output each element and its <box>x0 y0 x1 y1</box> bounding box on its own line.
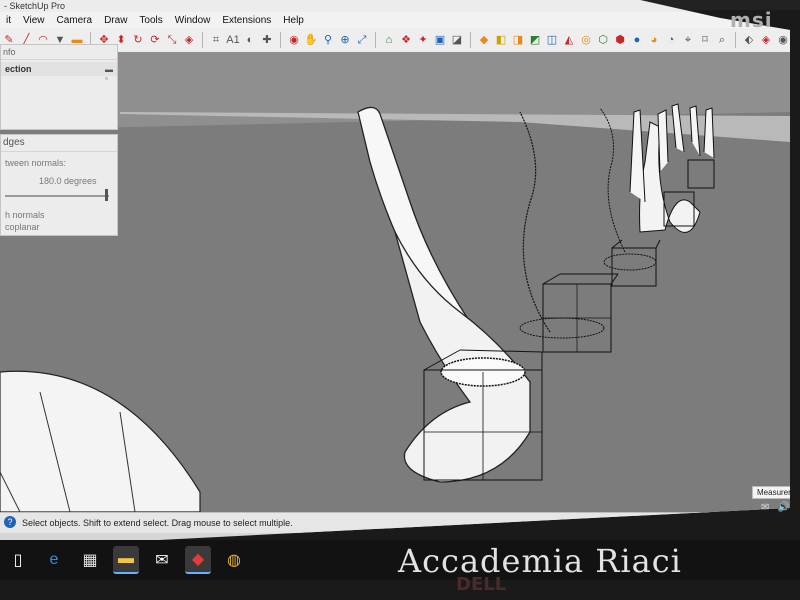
status-text: Select objects. Shift to extend select. … <box>22 518 293 528</box>
solid-tools-icon[interactable]: ⬖ <box>742 33 756 47</box>
warehouse-icon[interactable]: ⌂ <box>382 33 396 47</box>
network-icon[interactable]: ✉ <box>761 502 769 513</box>
file-explorer-icon[interactable]: ▬ <box>113 546 139 574</box>
status-bar: ? Select objects. Shift to extend select… <box>0 512 790 533</box>
tape-icon[interactable]: ⌗ <box>209 33 223 47</box>
style-icon[interactable]: ◪ <box>450 33 464 47</box>
pan-icon[interactable]: ✋ <box>304 33 318 47</box>
orbit-icon[interactable]: ◉ <box>287 33 301 47</box>
toolbar-separator <box>375 32 376 48</box>
measurements-box[interactable]: Measurements <box>752 486 790 499</box>
shaded-texture-icon[interactable]: ◕ <box>647 33 661 47</box>
monitor-brand-logo: msi <box>730 8 773 32</box>
volume-icon[interactable]: 🔊 <box>778 502 790 513</box>
menu-tools[interactable]: Tools <box>133 15 168 26</box>
menu-bar: it View Camera Draw Tools Window Extensi… <box>0 12 790 28</box>
entity-info-title: nfo <box>1 45 117 60</box>
twisted-sweep-far <box>657 109 669 173</box>
view-iso-icon[interactable]: ◆ <box>477 33 491 47</box>
menu-view[interactable]: View <box>17 15 51 26</box>
axes-icon[interactable]: ✚ <box>260 33 274 47</box>
wireframe-icon[interactable]: ⬡ <box>596 33 610 47</box>
angle-label: tween normals: <box>5 158 67 168</box>
model-canvas[interactable] <box>0 52 790 513</box>
view-left-icon[interactable]: ◭ <box>562 33 576 47</box>
sandbox-icon[interactable]: ◈ <box>759 33 773 47</box>
toolbar: ✎ ╱ ◠ ▼ ▬ ✥ ⬍ ↻ ⟳ ⤡ ◈ ⌗ A1 ◐ ✚ ◉ ✋ ⚲ ⊕ ⤢… <box>0 28 790 53</box>
task-view-icon[interactable]: ▯ <box>5 547 31 573</box>
offset-icon[interactable]: ◈ <box>182 33 196 47</box>
soften-edges-title: dges <box>1 135 117 152</box>
screen: - SketchUp Pro it View Camera Draw Tools… <box>0 0 790 548</box>
view-back-icon[interactable]: ◫ <box>545 33 559 47</box>
menu-draw[interactable]: Draw <box>98 15 133 26</box>
toolbar-separator <box>470 32 471 48</box>
toolbar-separator <box>202 32 203 48</box>
components-icon[interactable]: ❖ <box>399 33 413 47</box>
section-display-icon[interactable]: ⌑ <box>698 33 712 47</box>
menu-edit[interactable]: it <box>0 15 17 26</box>
menu-window[interactable]: Window <box>169 15 217 26</box>
view-top-icon[interactable]: ◧ <box>494 33 508 47</box>
shaded-icon[interactable]: ● <box>630 33 644 47</box>
view-right-icon[interactable]: ◩ <box>528 33 542 47</box>
xray-icon[interactable]: ◎ <box>579 33 593 47</box>
extension-warehouse-icon[interactable]: ✦ <box>416 33 430 47</box>
view-front-icon[interactable]: ◨ <box>511 33 525 47</box>
follow-me-icon[interactable]: ⟳ <box>148 33 162 47</box>
protractor-icon[interactable]: ◐ <box>243 33 257 47</box>
hidden-line-icon[interactable]: ⬢ <box>613 33 627 47</box>
angle-slider-thumb[interactable] <box>105 189 108 201</box>
angle-slider[interactable] <box>5 195 109 197</box>
section-plane-icon[interactable]: ⌖ <box>681 33 695 47</box>
zoom-window-icon[interactable]: ⊕ <box>338 33 352 47</box>
zoom-extents-icon[interactable]: ⤢ <box>355 33 369 47</box>
mail-icon[interactable]: ✉ <box>149 547 175 573</box>
smooth-normals-checkbox[interactable]: h normals <box>3 209 45 221</box>
help-icon[interactable]: ? <box>4 516 16 528</box>
system-tray: ✉ 🔊 <box>761 502 790 513</box>
zoom-icon[interactable]: ⚲ <box>321 33 335 47</box>
window-title: - SketchUp Pro <box>0 0 724 12</box>
entity-info-panel: nfo ection ▬ ▫ <box>0 44 118 130</box>
angle-value: 180.0 degrees <box>39 176 97 186</box>
toolbar-separator <box>735 32 736 48</box>
soften-edges-panel: dges tween normals: 180.0 degrees h norm… <box>0 134 118 236</box>
dimension-icon[interactable]: A1 <box>226 33 240 47</box>
layout-icon[interactable]: ▣ <box>433 33 447 47</box>
watermark: Accademia Riaci <box>398 542 682 580</box>
section-cut-icon[interactable]: ⌕ <box>715 33 729 47</box>
chrome-icon[interactable]: ◍ <box>221 547 247 573</box>
menu-camera[interactable]: Camera <box>51 15 99 26</box>
store-icon[interactable]: ▦ <box>77 547 103 573</box>
menu-help[interactable]: Help <box>277 15 310 26</box>
entity-info-section[interactable]: ection <box>1 62 117 76</box>
panel-controls-icon[interactable]: ▬ ▫ <box>105 65 113 83</box>
scale-icon[interactable]: ⤡ <box>165 33 179 47</box>
twisted-sweep-far <box>703 107 715 159</box>
monochrome-icon[interactable]: ◔ <box>664 33 678 47</box>
toolbar-separator <box>280 32 281 48</box>
menu-extensions[interactable]: Extensions <box>216 15 277 26</box>
sketchup-icon[interactable]: ◆ <box>185 546 211 574</box>
soften-coplanar-checkbox[interactable]: coplanar <box>3 221 40 233</box>
edge-icon[interactable]: e <box>41 547 67 573</box>
outer-shell-icon[interactable]: ◉ <box>776 33 790 47</box>
viewport[interactable] <box>0 52 790 513</box>
rotate-icon[interactable]: ↻ <box>131 33 145 47</box>
